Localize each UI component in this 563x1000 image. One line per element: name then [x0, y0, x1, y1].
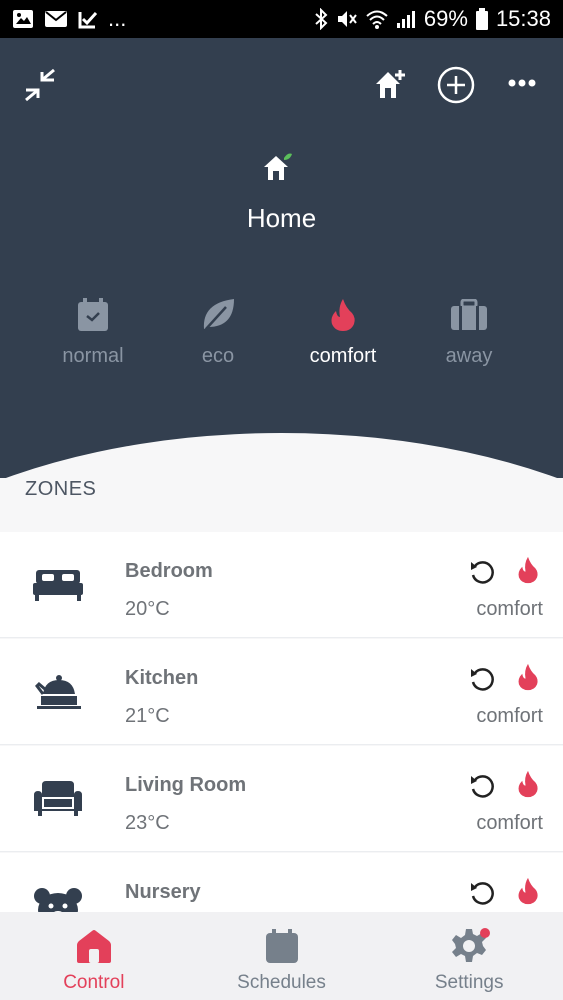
- zone-name: Nursery: [125, 881, 201, 903]
- zones-section-label: ZONES: [25, 478, 97, 500]
- mode-away-label: away: [445, 345, 493, 367]
- nav-settings-label: Settings: [434, 972, 504, 993]
- nav-control[interactable]: Control: [0, 912, 188, 1000]
- zone-row-bedroom[interactable]: Bedroom 20°C comfort: [0, 532, 563, 638]
- add-home-button[interactable]: [374, 68, 408, 105]
- zone-flame-icon: [517, 663, 539, 696]
- calendar-icon: [265, 926, 299, 966]
- home-plus-icon: [374, 68, 408, 105]
- mail-notification-icon: [44, 9, 68, 29]
- bed-icon: [30, 562, 86, 608]
- reset-button[interactable]: [468, 772, 496, 805]
- more-notifications-indicator: ...: [108, 6, 127, 31]
- nav-control-label: Control: [63, 972, 125, 993]
- suitcase-icon: [409, 295, 529, 335]
- bottom-navigation: Control Schedules Settings: [0, 912, 563, 1000]
- zone-flame-icon: [517, 770, 539, 803]
- plus-circle-icon: [437, 66, 475, 109]
- arrows-in-icon: [22, 68, 58, 107]
- nav-schedules[interactable]: Schedules: [188, 912, 376, 1000]
- mode-away[interactable]: away: [409, 295, 529, 368]
- zone-flame-icon: [517, 556, 539, 589]
- zone-mode: comfort: [476, 812, 543, 834]
- zone-row-living-room[interactable]: Living Room 23°C comfort: [0, 746, 563, 852]
- wifi-icon: [366, 9, 388, 29]
- zone-mode: comfort: [476, 705, 543, 727]
- zone-name: Kitchen: [125, 667, 199, 689]
- reset-button[interactable]: [468, 558, 496, 591]
- undo-icon: [468, 882, 496, 911]
- check-notification-icon: [78, 9, 98, 29]
- settings-notification-dot: [480, 928, 491, 938]
- mode-normal[interactable]: normal: [33, 295, 153, 368]
- mode-normal-label: normal: [62, 345, 124, 367]
- add-button[interactable]: [437, 66, 475, 109]
- mode-selector: normal eco comfort away: [0, 295, 563, 385]
- flame-icon: [283, 295, 403, 335]
- undo-icon: [468, 775, 496, 804]
- zone-row-kitchen[interactable]: Kitchen 21°C comfort: [0, 639, 563, 745]
- mode-comfort[interactable]: comfort: [283, 295, 403, 368]
- signal-icon: [396, 9, 416, 29]
- header-curve-mask: [0, 433, 563, 478]
- gear-icon: [451, 926, 491, 966]
- battery-percent: 69%: [423, 6, 468, 31]
- reset-button[interactable]: [468, 665, 496, 698]
- zone-mode: comfort: [476, 598, 543, 620]
- undo-icon: [468, 668, 496, 697]
- home-leaf-icon: [262, 152, 294, 187]
- mode-comfort-label: comfort: [309, 345, 377, 367]
- image-notification-icon: [12, 9, 34, 29]
- bluetooth-icon: [314, 8, 328, 30]
- status-bar: ... 69% 15:38: [0, 0, 563, 38]
- zone-flame-icon: [517, 877, 539, 910]
- calendar-icon: [33, 295, 153, 335]
- clock: 15:38: [495, 6, 551, 31]
- zone-temperature: 20°C: [125, 598, 170, 620]
- mute-icon: [336, 8, 358, 30]
- nav-schedules-label: Schedules: [237, 972, 326, 993]
- home-icon: [75, 926, 113, 966]
- home-title: Home: [246, 203, 317, 233]
- zone-temperature: 21°C: [125, 705, 170, 727]
- mode-eco[interactable]: eco: [158, 295, 278, 368]
- collapse-button[interactable]: [22, 68, 58, 107]
- leaf-icon: [158, 295, 278, 335]
- more-horizontal-icon: [508, 76, 536, 95]
- nav-settings[interactable]: Settings: [375, 912, 563, 1000]
- armchair-icon: [30, 776, 86, 822]
- zone-temperature: 23°C: [125, 812, 170, 834]
- mode-eco-label: eco: [201, 345, 235, 367]
- kettle-icon: [30, 669, 86, 715]
- reset-button[interactable]: [468, 879, 496, 912]
- zone-name: Bedroom: [125, 560, 213, 582]
- header: [0, 38, 563, 478]
- more-button[interactable]: [508, 76, 536, 95]
- battery-icon: [475, 8, 488, 30]
- undo-icon: [468, 561, 496, 590]
- zone-name: Living Room: [125, 774, 247, 796]
